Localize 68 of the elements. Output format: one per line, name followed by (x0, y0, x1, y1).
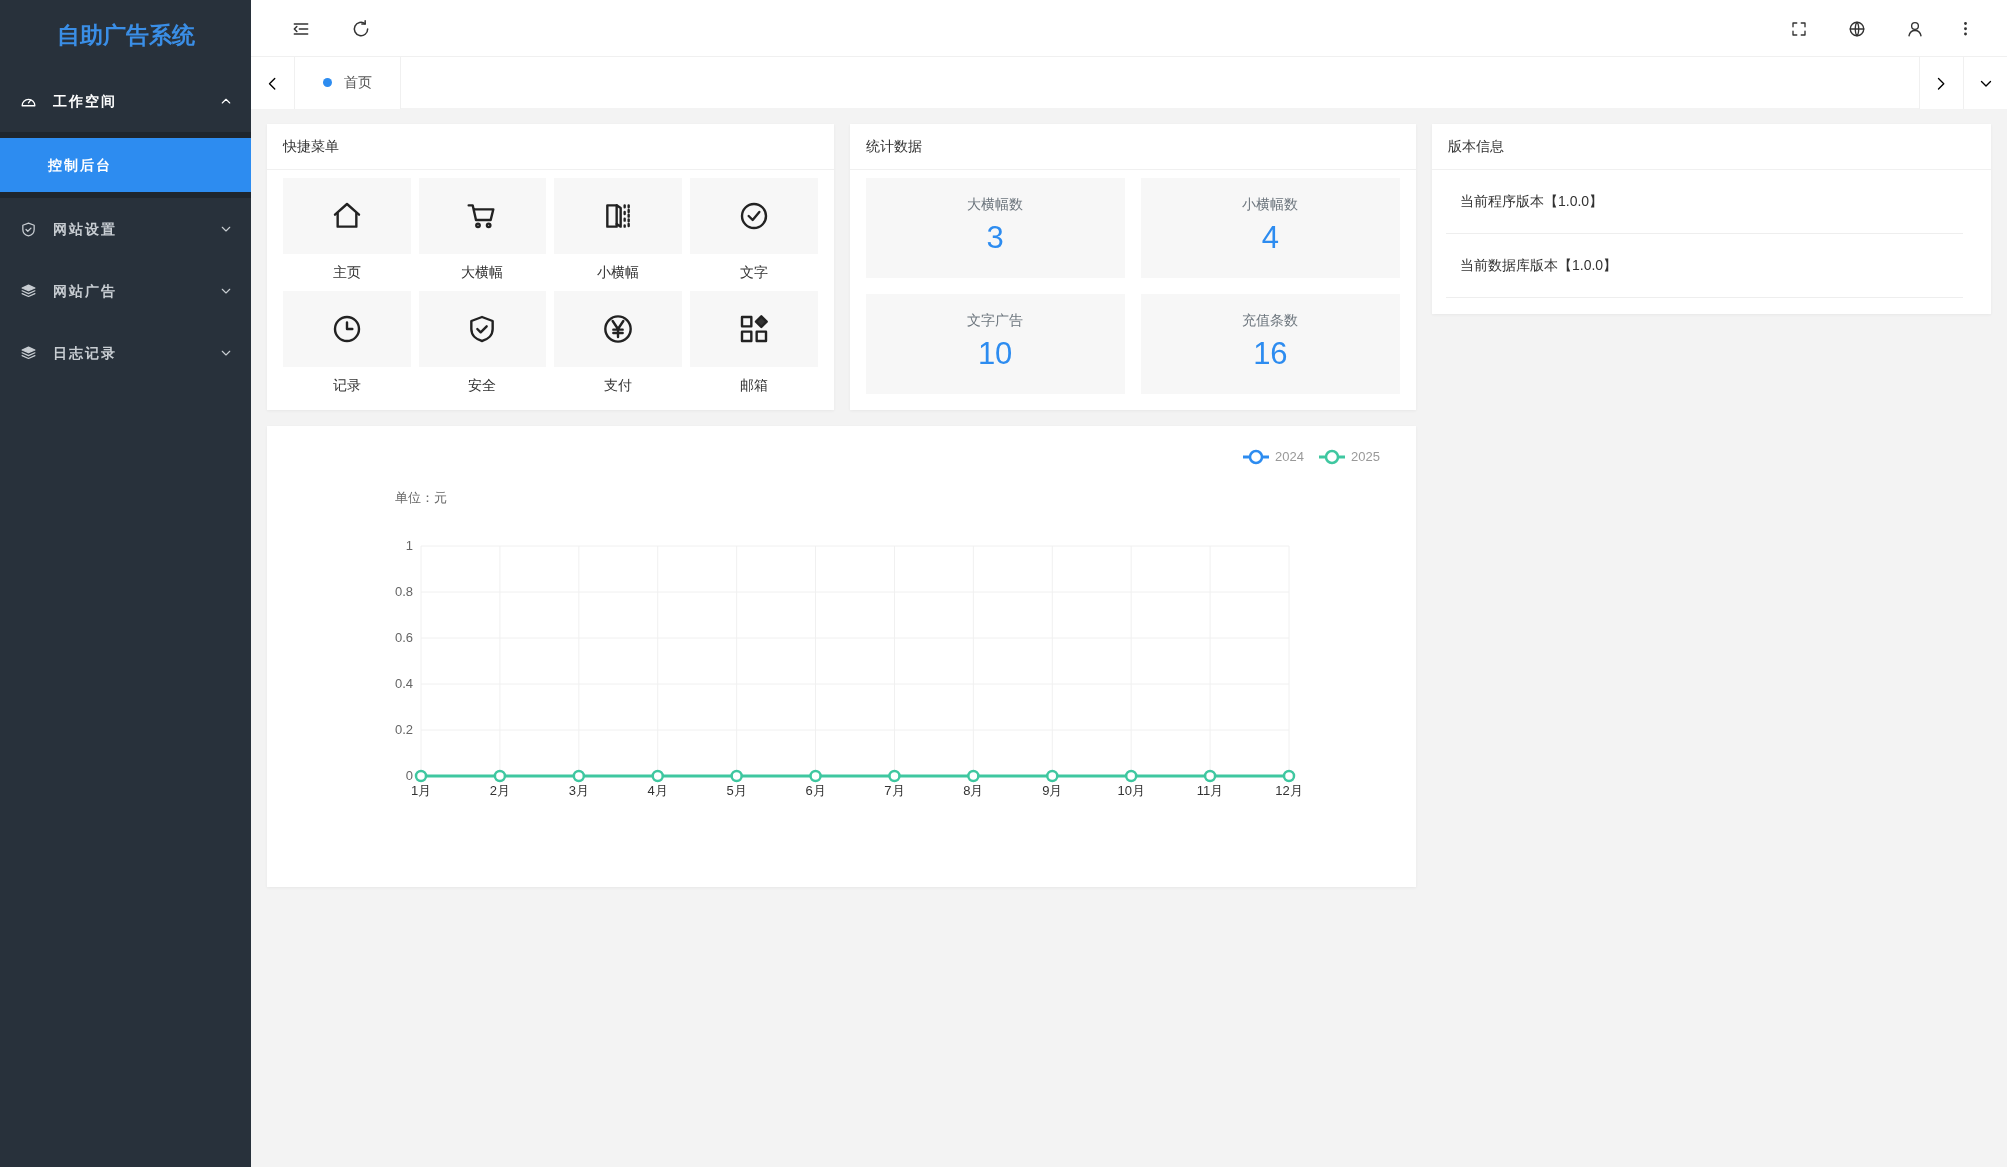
chevron-right-icon (1937, 76, 1946, 91)
x-tick-label: 9月 (1042, 783, 1063, 798)
x-tick-label: 7月 (884, 783, 905, 798)
version-text: 当前数据库版本【1.0.0】 (1460, 256, 1618, 275)
layers-icon (20, 282, 37, 300)
stat-label: 充值条数 (1241, 311, 1300, 330)
data-point (888, 769, 901, 783)
data-point (414, 769, 428, 783)
data-point (730, 769, 743, 783)
chevron-left-icon (268, 76, 277, 91)
stat-label: 大横幅数 (966, 195, 1025, 214)
chevron-down-icon (221, 349, 231, 357)
sidebar-menu-item[interactable]: 网站广告 (0, 260, 251, 322)
chevron-up-icon (221, 97, 231, 105)
legend-marker (1319, 449, 1345, 465)
sidebar-menu-item[interactable]: 日志记录 (0, 322, 251, 384)
stat-label: 文字广告 (966, 311, 1025, 330)
data-point (967, 769, 980, 783)
refresh-icon (351, 18, 371, 39)
x-tick-label: 3月 (568, 783, 589, 798)
version-text: 当前程序版本【1.0.0】 (1460, 192, 1604, 211)
chevron-down-icon (221, 287, 231, 295)
more-icon (1964, 22, 1967, 36)
data-point (1203, 769, 1217, 783)
x-tick-label: 4月 (647, 783, 668, 798)
data-point (1124, 769, 1138, 783)
layers-icon (20, 344, 37, 362)
data-point (651, 769, 664, 783)
x-tick-label: 10月 (1117, 783, 1145, 798)
stat-label: 小横幅数 (1241, 195, 1300, 214)
panel-title: 快捷菜单 (283, 137, 339, 156)
yen-icon (602, 313, 635, 345)
x-tick-label: 5月 (726, 783, 747, 798)
axis-unit-label: 单位：元 (395, 490, 447, 505)
x-tick-label: 11月 (1196, 783, 1224, 798)
stat-value: 4 (1260, 219, 1280, 257)
x-tick-label: 1月 (410, 783, 432, 798)
y-tick-label: 0.6 (394, 630, 413, 645)
legend-marker (1243, 449, 1269, 465)
data-point (572, 769, 586, 783)
x-tick-label: 12月 (1275, 783, 1303, 798)
y-tick-label: 0.4 (394, 676, 413, 691)
x-tick-label: 8月 (963, 783, 984, 798)
stat-value: 16 (1252, 335, 1289, 373)
data-point (809, 769, 822, 783)
sidebar-menu-item[interactable]: 网站设置 (0, 198, 251, 260)
globe-icon (1848, 19, 1866, 38)
stat-value: 10 (976, 335, 1014, 373)
panel-title: 版本信息 (1448, 137, 1504, 156)
user-icon (1906, 19, 1924, 38)
chevron-down-icon (221, 225, 231, 233)
data-point (1046, 769, 1059, 783)
x-tick-label: 6月 (805, 783, 826, 798)
data-point (493, 769, 507, 783)
x-tick-label: 2月 (489, 783, 511, 798)
data-point (1282, 769, 1296, 783)
y-tick-label: 0.2 (394, 722, 413, 737)
sidebar-title: 自助广告系统 (56, 20, 195, 50)
panel-title: 统计数据 (865, 137, 922, 156)
y-tick-label: 0.8 (394, 584, 413, 599)
page-tab[interactable]: 首页 (295, 56, 401, 109)
y-tick-label: 1 (405, 538, 413, 553)
sidebar-menu-item[interactable]: 工作空间 (0, 70, 251, 132)
shield-icon (20, 220, 37, 238)
fullscreen-icon (1790, 19, 1808, 38)
stat-value: 3 (985, 219, 1005, 257)
chevron-down-icon (1979, 79, 1992, 88)
y-tick-label: 0 (405, 768, 413, 783)
